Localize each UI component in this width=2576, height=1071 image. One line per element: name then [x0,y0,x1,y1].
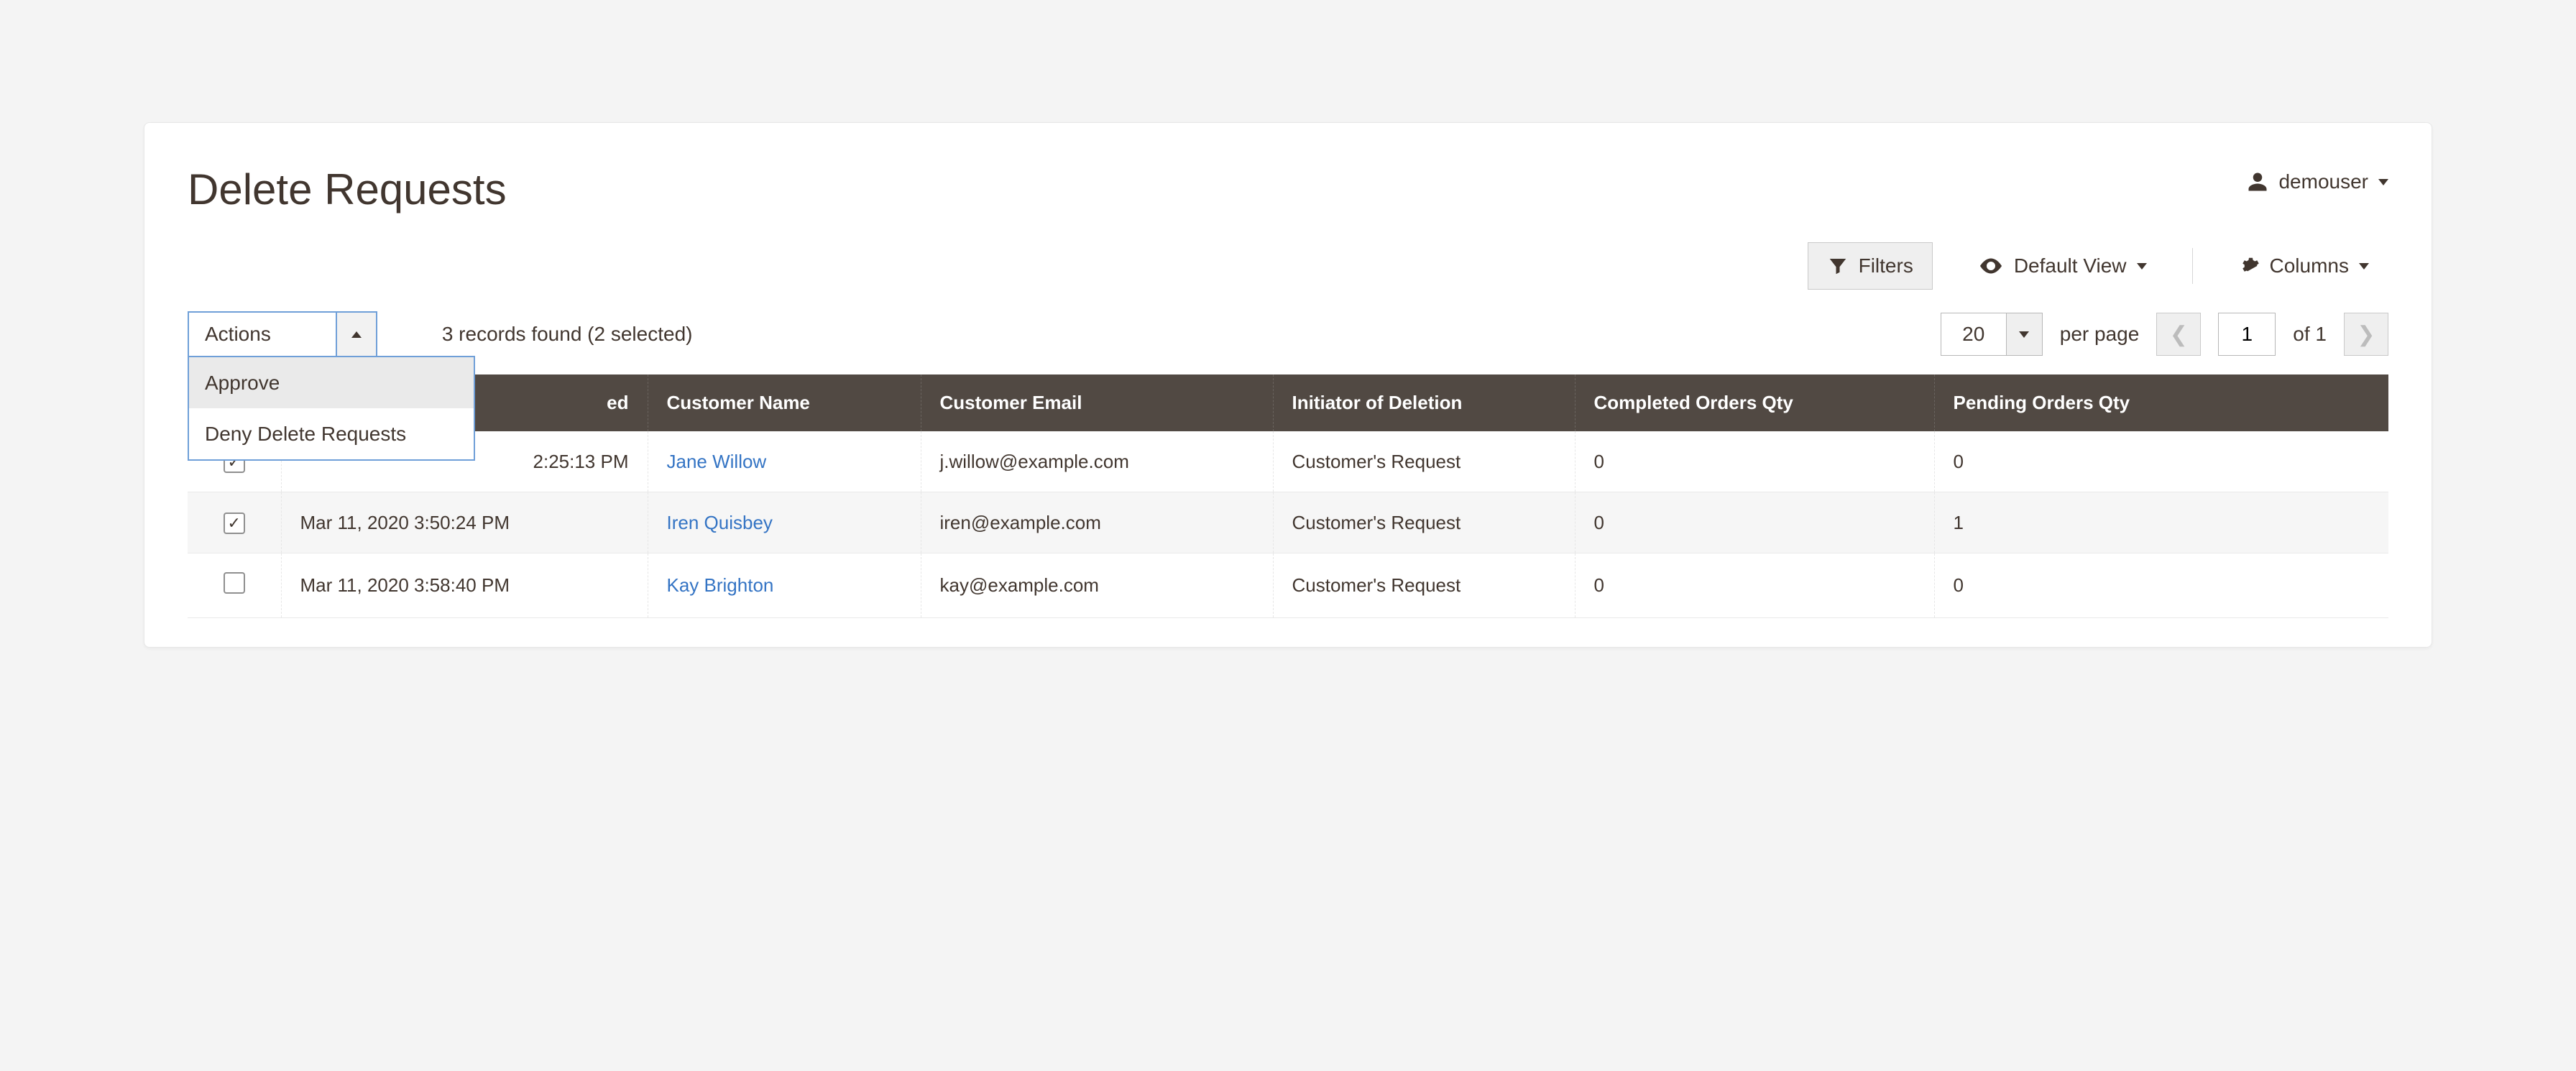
chevron-up-icon [351,331,362,338]
actions-menu: Approve Deny Delete Requests [188,356,475,461]
actions-option-deny[interactable]: Deny Delete Requests [189,408,474,459]
page-size-select[interactable]: 20 [1941,313,2043,356]
actions-option-approve[interactable]: Approve [189,357,474,408]
actions-button[interactable]: Actions [188,311,377,357]
col-header-completed-qty[interactable]: Completed Orders Qty [1575,374,1934,431]
row-checkbox[interactable] [224,572,245,594]
cell-pending-qty: 0 [1934,553,2388,618]
table-row[interactable]: Mar 11, 2020 3:58:40 PM Kay Brighton kay… [188,553,2388,618]
separator [2192,248,2193,284]
cell-initiator: Customer's Request [1273,492,1575,553]
page-title: Delete Requests [188,166,507,213]
records-found: 3 records found (2 selected) [442,323,693,346]
default-view-label: Default View [2014,254,2127,277]
customer-link[interactable]: Iren Quisbey [667,512,773,533]
eye-icon [1978,253,2004,279]
columns-button[interactable]: Columns [2219,242,2388,290]
col-header-pending-qty[interactable]: Pending Orders Qty [1934,374,2388,431]
cell-customer-email: j.willow@example.com [921,431,1273,492]
cell-customer-name: Iren Quisbey [648,492,921,553]
user-icon [2247,171,2268,193]
filters-label: Filters [1859,254,1913,277]
gear-icon [2238,255,2260,277]
requests-table: ed Customer Name Customer Email Initiato… [188,374,2388,618]
page-number-input[interactable] [2218,313,2276,356]
cell-completed-qty: 0 [1575,431,1934,492]
cell-initiator: Customer's Request [1273,431,1575,492]
page-size-toggle[interactable] [2006,313,2042,355]
col-header-initiator[interactable]: Initiator of Deletion [1273,374,1575,431]
grid-toolbar: Filters Default View Columns [144,242,2432,311]
row-checkbox[interactable] [224,512,245,534]
cell-customer-email: iren@example.com [921,492,1273,553]
filters-button[interactable]: Filters [1808,242,1933,290]
col-header-customer-name[interactable]: Customer Name [648,374,921,431]
chevron-down-icon [2137,263,2147,270]
cell-pending-qty: 0 [1934,431,2388,492]
chevron-down-icon [2019,331,2029,338]
cell-completed-qty: 0 [1575,492,1934,553]
funnel-icon [1827,255,1849,277]
of-pages-label: of 1 [2293,323,2327,346]
chevron-down-icon [2378,179,2388,185]
topbar: Delete Requests demouser [144,166,2432,242]
cell-initiator: Customer's Request [1273,553,1575,618]
table-row[interactable]: 2:25:13 PM Jane Willow j.willow@example.… [188,431,2388,492]
next-page-button[interactable]: ❯ [2344,313,2388,356]
grid-controls: Actions Approve Deny Delete Requests 3 r… [144,311,2432,374]
table-header-row: ed Customer Name Customer Email Initiato… [188,374,2388,431]
cell-customer-name: Kay Brighton [648,553,921,618]
columns-label: Columns [2270,254,2349,277]
cell-customer-email: kay@example.com [921,553,1273,618]
col-header-customer-email[interactable]: Customer Email [921,374,1273,431]
cell-completed-qty: 0 [1575,553,1934,618]
actions-toggle[interactable] [336,313,376,356]
per-page-label: per page [2060,323,2140,346]
cell-date: Mar 11, 2020 3:58:40 PM [281,553,648,618]
user-name: demouser [2278,170,2368,193]
actions-button-label: Actions [189,313,336,356]
admin-panel: Delete Requests demouser Filters Default… [144,122,2432,648]
page-size-value: 20 [1941,313,2006,355]
chevron-down-icon [2359,263,2369,270]
customer-link[interactable]: Jane Willow [667,451,767,472]
user-menu[interactable]: demouser [2247,170,2388,193]
customer-link[interactable]: Kay Brighton [667,574,774,596]
table-row[interactable]: Mar 11, 2020 3:50:24 PM Iren Quisbey ire… [188,492,2388,553]
actions-dropdown: Actions Approve Deny Delete Requests [188,311,377,357]
prev-page-button[interactable]: ❮ [2156,313,2201,356]
cell-date: Mar 11, 2020 3:50:24 PM [281,492,648,553]
cell-customer-name: Jane Willow [648,431,921,492]
pagination: 20 per page ❮ of 1 ❯ [1941,313,2388,356]
default-view-button[interactable]: Default View [1959,242,2166,290]
cell-pending-qty: 1 [1934,492,2388,553]
